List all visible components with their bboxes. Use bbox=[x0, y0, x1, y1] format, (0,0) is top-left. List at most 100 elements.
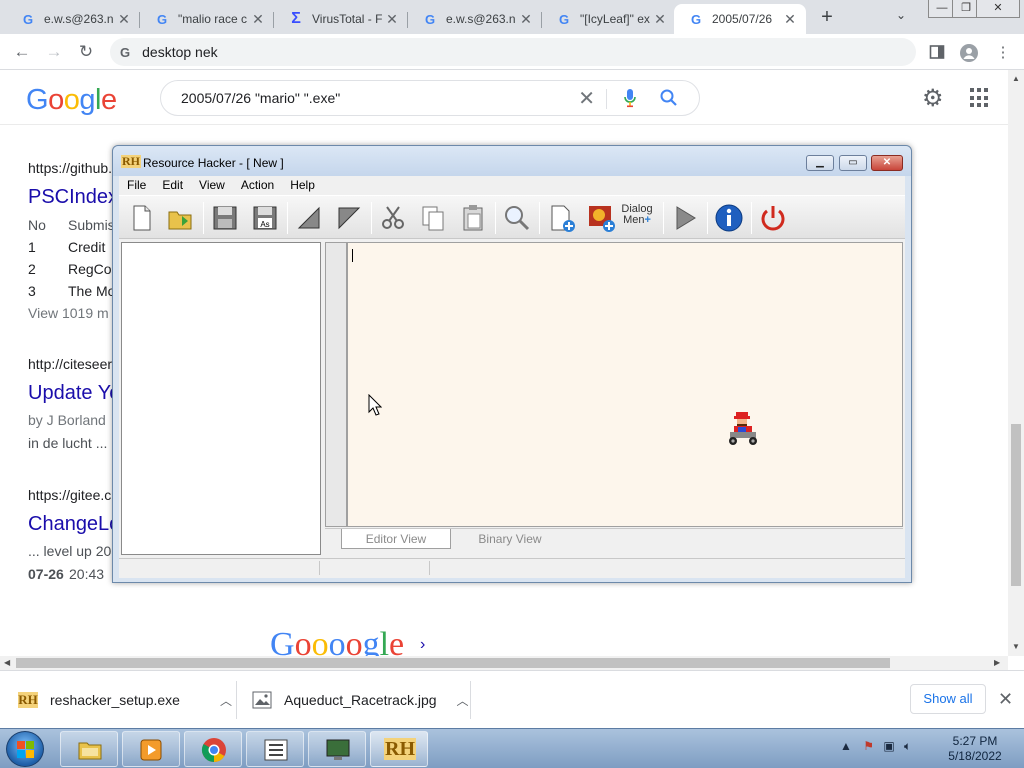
google-apps-icon[interactable] bbox=[970, 88, 990, 108]
result-2-byline: by J Borland bbox=[28, 412, 106, 428]
next-page-icon[interactable]: › bbox=[420, 636, 425, 654]
result-1-title[interactable]: PSCIndex bbox=[28, 186, 118, 209]
kebab-menu-icon[interactable]: ⋮ bbox=[994, 44, 1012, 62]
downloads-shelf: RH reshacker_setup.exe ︿ Aqueduct_Racetr… bbox=[0, 670, 1024, 728]
undo-arrow-icon[interactable] bbox=[293, 202, 325, 234]
rh-maximize-button[interactable]: ▭ bbox=[839, 155, 867, 171]
result-3-time: 20:43 bbox=[69, 566, 105, 582]
tab-close-icon[interactable]: ✕ bbox=[782, 11, 798, 28]
tab-search-icon[interactable]: ⌄ bbox=[896, 8, 906, 22]
close-shelf-icon[interactable]: ✕ bbox=[998, 689, 1013, 710]
tab-close-icon[interactable]: ✕ bbox=[116, 11, 132, 28]
show-hidden-icons-icon[interactable]: ▲ bbox=[840, 739, 852, 753]
result-2-cite[interactable]: http://citeseer bbox=[28, 356, 112, 372]
forward-arrow-icon[interactable]: → bbox=[44, 42, 64, 62]
download-filename: Aqueduct_Racetrack.jpg bbox=[284, 692, 437, 708]
rh-close-button[interactable]: ✕ bbox=[871, 155, 903, 171]
back-arrow-icon[interactable]: ← bbox=[12, 42, 32, 62]
new-tab-button[interactable]: + bbox=[816, 6, 838, 28]
scroll-left-icon[interactable]: ◀ bbox=[4, 658, 10, 667]
result-1-cite[interactable]: https://github. bbox=[28, 160, 112, 176]
cut-scissors-icon[interactable] bbox=[377, 202, 409, 234]
action-center-flag-icon[interactable]: ⚑ bbox=[863, 739, 874, 753]
show-all-downloads-button[interactable]: Show all bbox=[910, 684, 986, 714]
info-icon[interactable] bbox=[713, 202, 745, 234]
redo-arrow-icon[interactable] bbox=[333, 202, 365, 234]
text-caret bbox=[352, 249, 353, 262]
download-item-aqueduct[interactable]: Aqueduct_Racetrack.jpg ︿ bbox=[252, 683, 469, 717]
taskbar-monitor-app[interactable] bbox=[308, 731, 366, 767]
scroll-thumb[interactable] bbox=[16, 658, 890, 668]
add-image-icon[interactable] bbox=[585, 202, 617, 234]
taskbar-explorer[interactable] bbox=[60, 731, 118, 767]
search-box[interactable]: 2005/07/26 "mario" ".exe" ✕ bbox=[160, 80, 700, 116]
result-1-row-num: 2 bbox=[28, 261, 36, 277]
result-3-cite[interactable]: https://gitee.c bbox=[28, 487, 111, 503]
save-as-icon[interactable]: As bbox=[249, 202, 281, 234]
reload-icon[interactable]: ↻ bbox=[76, 42, 96, 62]
volume-icon[interactable]: 🔈︎ bbox=[904, 739, 911, 753]
start-button[interactable] bbox=[6, 731, 44, 767]
tab-5[interactable]: G "[IcyLeaf]" ex ✕ bbox=[542, 4, 676, 34]
tab-binary-view[interactable]: Binary View bbox=[455, 529, 565, 549]
scroll-thumb[interactable] bbox=[1011, 424, 1021, 586]
taskbar-task-list-app[interactable] bbox=[246, 731, 304, 767]
settings-gear-icon[interactable]: ⚙ bbox=[922, 84, 944, 113]
window-close-button[interactable]: ✕ bbox=[976, 0, 1020, 18]
result-3-title[interactable]: ChangeLo bbox=[28, 513, 120, 536]
microphone-icon[interactable] bbox=[623, 88, 637, 108]
paste-clipboard-icon[interactable] bbox=[457, 202, 489, 234]
tab-close-icon[interactable]: ✕ bbox=[518, 11, 534, 28]
tab-4[interactable]: G e.w.s@263.n ✕ bbox=[408, 4, 542, 34]
page-horizontal-scrollbar[interactable]: ◀ ▶ bbox=[0, 656, 1008, 670]
copy-icon[interactable] bbox=[417, 202, 449, 234]
exit-power-icon[interactable] bbox=[757, 202, 789, 234]
google-logo[interactable]: Google bbox=[26, 84, 117, 117]
download-item-reshacker[interactable]: RH reshacker_setup.exe ︿ bbox=[18, 683, 232, 717]
menu-edit[interactable]: Edit bbox=[154, 176, 191, 194]
result-2-title[interactable]: Update Yo bbox=[28, 382, 120, 405]
menu-action[interactable]: Action bbox=[233, 176, 282, 194]
scroll-up-icon[interactable]: ▲ bbox=[1012, 74, 1020, 83]
find-magnifier-icon[interactable] bbox=[501, 202, 533, 234]
resource-tree-panel[interactable] bbox=[121, 242, 321, 555]
address-bar[interactable]: G desktop nek bbox=[110, 38, 916, 66]
tab-2[interactable]: G "malio race c ✕ bbox=[140, 4, 274, 34]
tab-6-active[interactable]: G 2005/07/26 ✕ bbox=[674, 4, 806, 34]
chevron-up-icon[interactable]: ︿ bbox=[457, 692, 469, 709]
save-icon[interactable] bbox=[209, 202, 241, 234]
scroll-down-icon[interactable]: ▼ bbox=[1012, 642, 1020, 651]
scroll-right-icon[interactable]: ▶ bbox=[994, 658, 1000, 667]
tab-close-icon[interactable]: ✕ bbox=[250, 11, 266, 28]
taskbar-chrome[interactable] bbox=[184, 731, 242, 767]
taskbar-resource-hacker[interactable]: RH bbox=[370, 731, 428, 767]
profile-avatar-icon[interactable] bbox=[960, 44, 978, 62]
menu-file[interactable]: File bbox=[119, 176, 154, 194]
tab-close-icon[interactable]: ✕ bbox=[652, 11, 668, 28]
search-icon[interactable] bbox=[659, 88, 679, 108]
compile-play-icon[interactable] bbox=[669, 202, 701, 234]
editor-view-textarea[interactable] bbox=[347, 242, 903, 527]
taskbar-media-player[interactable] bbox=[122, 731, 180, 767]
open-folder-icon[interactable] bbox=[165, 202, 197, 234]
rh-title-bar[interactable]: RH Resource Hacker - [ New ] ▁ ▭ ✕ bbox=[113, 146, 911, 176]
rh-minimize-button[interactable]: ▁ bbox=[806, 155, 834, 171]
menu-help[interactable]: Help bbox=[282, 176, 323, 194]
page-vertical-scrollbar[interactable]: ▲ ▼ bbox=[1008, 70, 1024, 656]
clear-search-icon[interactable]: ✕ bbox=[578, 86, 595, 111]
result-1-more-link[interactable]: View 1019 m bbox=[28, 305, 109, 321]
add-dialog-menu-button[interactable]: Dialog Men+ bbox=[619, 202, 655, 234]
google-search-icon: G bbox=[120, 44, 131, 60]
new-file-icon[interactable] bbox=[125, 202, 157, 234]
menu-view[interactable]: View bbox=[191, 176, 233, 194]
system-clock[interactable]: 5:27 PM 5/18/2022 bbox=[940, 734, 1010, 764]
tab-3[interactable]: Σ VirusTotal - F ✕ bbox=[274, 4, 408, 34]
add-resource-icon[interactable] bbox=[545, 202, 577, 234]
chevron-up-icon[interactable]: ︿ bbox=[220, 692, 232, 709]
tab-close-icon[interactable]: ✕ bbox=[384, 11, 400, 28]
svg-text:As: As bbox=[260, 220, 269, 229]
network-icon[interactable]: ▣ bbox=[883, 739, 894, 753]
tab-editor-view[interactable]: Editor View bbox=[341, 529, 451, 549]
tab-1[interactable]: G e.w.s@263.n ✕ bbox=[6, 4, 140, 34]
side-panel-icon[interactable] bbox=[928, 44, 946, 62]
